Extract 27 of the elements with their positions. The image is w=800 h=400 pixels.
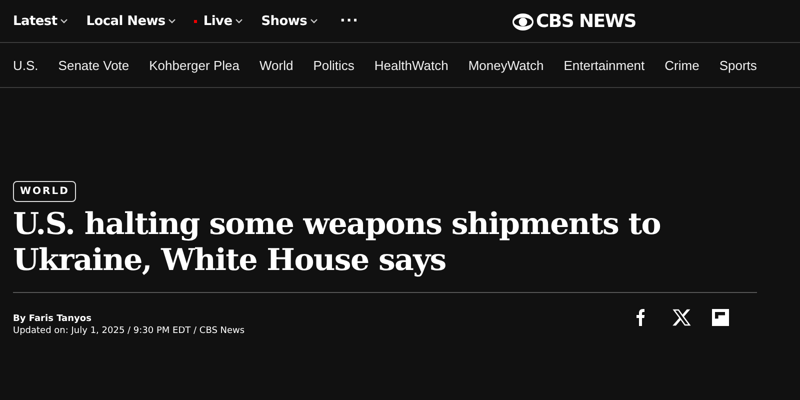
section-link[interactable]: Senate Vote (58, 58, 130, 72)
section-link[interactable]: HealthWatch (374, 58, 448, 72)
chevron-icon (60, 18, 68, 24)
nav-menu-item[interactable]: Latest (13, 14, 68, 28)
nav-menu-item[interactable]: Local News (86, 14, 176, 28)
section-link[interactable]: Politics (313, 58, 354, 72)
section-link[interactable]: MoneyWatch (468, 58, 544, 72)
nav-menu-item[interactable]: Live (194, 14, 244, 28)
chevron-icon (168, 18, 176, 24)
flipboard-icon[interactable] (710, 308, 730, 326)
chevron-icon (235, 18, 244, 24)
section-link[interactable]: Crime (664, 58, 700, 72)
section-link[interactable]: Sports (719, 58, 757, 72)
headline: U.S. halting some weapons shipments to Ukraine, White House says (13, 207, 662, 279)
more-button[interactable]: ··· (340, 13, 359, 29)
section-link[interactable]: U.S. (13, 58, 38, 72)
nav-menu-item[interactable]: Shows (261, 14, 318, 28)
x-icon[interactable] (672, 308, 690, 326)
byline: By Faris Tanyos (13, 313, 92, 325)
chevron-icon (310, 18, 318, 24)
update-date: Updated on: July 1, 2025 / 9:30 PM EDT / CBS News (13, 325, 245, 337)
section-link[interactable]: World (259, 58, 294, 72)
logo[interactable]: CBS NEWS (512, 11, 636, 32)
section-link[interactable]: Kohberger Plea (149, 58, 240, 72)
section-tag[interactable]: WORLD (13, 181, 76, 202)
section-link[interactable]: Entertainment (564, 58, 645, 72)
eye-icon (512, 12, 534, 30)
